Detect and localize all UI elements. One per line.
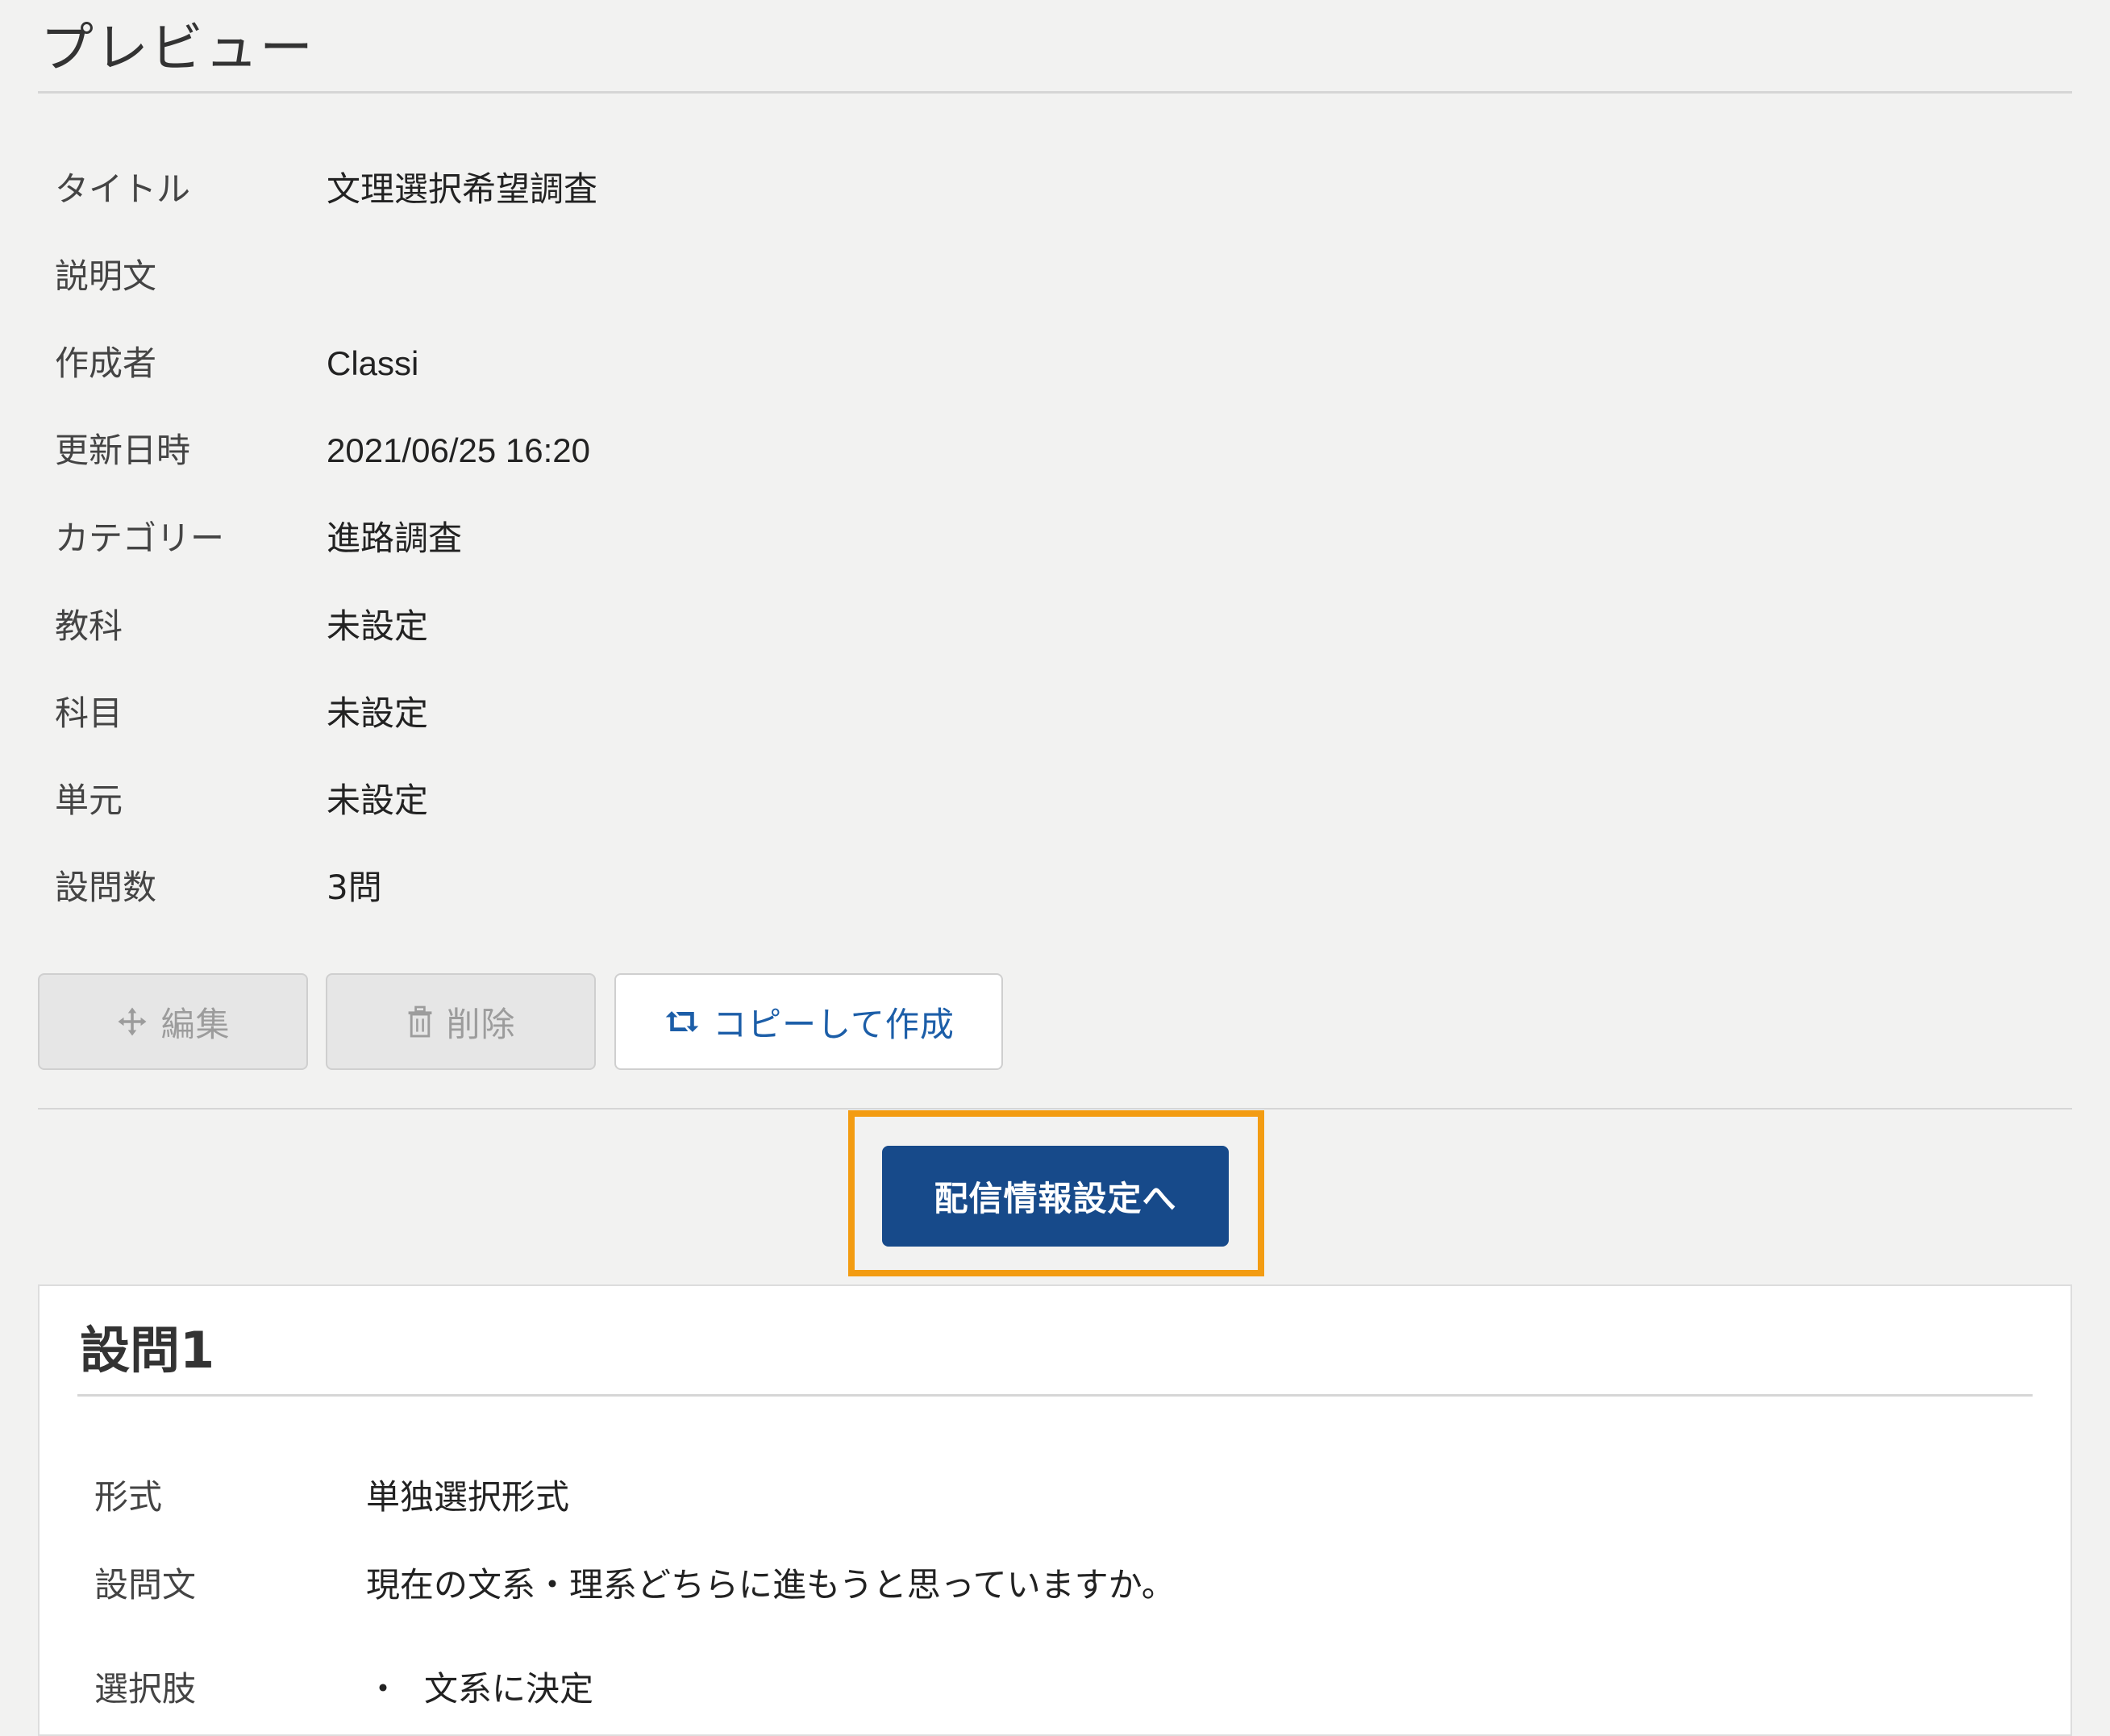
detail-label: 教科	[55, 606, 123, 646]
detail-value: 文理選択希望調査	[327, 169, 598, 209]
copy-create-button[interactable]: コピーして作成	[614, 973, 1003, 1070]
detail-value: 未設定	[327, 781, 429, 820]
detail-value: Classi	[327, 344, 419, 382]
question-row-format: 形式 単独選択形式	[94, 1469, 1949, 1526]
question-value: 単独選択形式	[366, 1477, 570, 1517]
detail-label: 作成者	[55, 343, 157, 383]
detail-value: 3問	[327, 868, 382, 907]
question-label: 形式	[94, 1477, 163, 1517]
question-row-choices: 選択肢 ・文系に決定	[94, 1661, 1949, 1717]
question-row-text: 設問文 現在の文系・理系どちらに進もうと思っていますか。	[94, 1557, 1949, 1613]
question-title: 設問1	[80, 1321, 215, 1380]
question-label: 選択肢	[94, 1669, 197, 1709]
detail-row-subject-area: 教科 未設定	[55, 598, 1990, 655]
detail-value: 未設定	[327, 606, 429, 646]
edit-button-label: 編集	[160, 1004, 231, 1044]
detail-value: 進路調査	[327, 518, 463, 558]
detail-label: 科目	[55, 693, 123, 733]
detail-value: 未設定	[327, 693, 429, 733]
page-title: プレビュー	[40, 17, 314, 79]
retweet-icon	[663, 1007, 701, 1036]
question-title-divider	[77, 1394, 2033, 1397]
delete-button[interactable]: 削除	[326, 973, 596, 1070]
edit-button[interactable]: 編集	[38, 973, 308, 1070]
detail-label: 更新日時	[55, 431, 191, 470]
question-card: 設問1 形式 単独選択形式 設問文 現在の文系・理系どちらに進もうと思っています…	[38, 1284, 2072, 1736]
detail-row-category: カテゴリー 進路調査	[55, 510, 1990, 567]
detail-value: 2021/06/25 16:20	[327, 431, 590, 469]
trash-icon	[406, 1005, 435, 1038]
question-value: 現在の文系・理系どちらに進もうと思っていますか。	[366, 1565, 1176, 1605]
detail-row-author: 作成者 Classi	[55, 335, 1990, 392]
choice-bullet: ・	[366, 1669, 401, 1709]
detail-row-unit: 単元 未設定	[55, 772, 1990, 829]
detail-row-updated-at: 更新日時 2021/06/25 16:20	[55, 423, 1990, 479]
title-divider	[38, 91, 2072, 94]
choice-text: 文系に決定	[424, 1669, 594, 1709]
detail-row-subject: 科目 未設定	[55, 685, 1990, 742]
section-divider	[38, 1108, 2072, 1109]
detail-label: 設問数	[55, 868, 157, 907]
detail-label: タイトル	[55, 169, 191, 209]
copy-create-button-label: コピーして作成	[713, 1004, 955, 1044]
delete-button-label: 削除	[446, 1004, 516, 1044]
move-icon	[115, 1005, 149, 1039]
question-label: 設問文	[94, 1565, 197, 1605]
delivery-settings-button[interactable]: 配信情報設定へ	[882, 1146, 1229, 1247]
detail-label: 単元	[55, 781, 123, 820]
detail-row-question-count: 設問数 3問	[55, 860, 1990, 916]
choice-item: ・文系に決定	[366, 1661, 593, 1717]
detail-row-title: タイトル 文理選択希望調査	[55, 161, 1990, 218]
detail-label: 説明文	[55, 256, 157, 296]
detail-label: カテゴリー	[55, 518, 225, 558]
detail-row-description: 説明文	[55, 248, 1990, 305]
